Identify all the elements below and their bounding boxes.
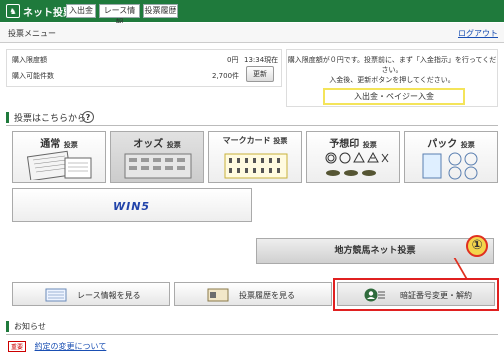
pack-icon bbox=[422, 152, 478, 180]
purchase-limit-label: 購入限度額 bbox=[12, 56, 47, 64]
win5-button[interactable]: WIN5 bbox=[12, 188, 252, 222]
brand-logo[interactable]: ♞ ネット投票 bbox=[6, 3, 73, 19]
race-info-button[interactable]: レース情報を見る bbox=[12, 282, 170, 306]
purchasable-count-label: 購入可能件数 bbox=[12, 72, 54, 80]
bet-suffix: 投票 bbox=[460, 141, 475, 149]
bet-name: 予想印 bbox=[329, 139, 360, 150]
bet-suffix: 投票 bbox=[166, 141, 181, 149]
as-of-time: 13:34現在 bbox=[244, 56, 279, 64]
prediction-marks-icon bbox=[325, 151, 389, 176]
help-icon[interactable]: ? bbox=[82, 111, 94, 123]
race-info-label: レース情報を見る bbox=[77, 291, 141, 300]
odds-vote-button[interactable]: オッズ 投票 bbox=[110, 131, 204, 183]
bet-suffix: 投票 bbox=[273, 137, 288, 145]
deposit-payeasy-button[interactable]: 入出金・ペイジー入金 bbox=[323, 88, 465, 105]
notice-line-2: さい。 bbox=[381, 66, 403, 74]
highlight-box bbox=[333, 278, 499, 311]
step-callout-badge: ① bbox=[466, 235, 488, 257]
important-badge: 重要 bbox=[8, 341, 27, 352]
race-sheet-icon bbox=[45, 288, 67, 302]
purchasable-count-value: 2,700件 bbox=[212, 72, 240, 80]
nav-vote-history[interactable]: 投票履歴 bbox=[143, 4, 178, 18]
notice-line-1: 購入限度額が０円です。投票前に、まず「入金指示」を行ってくだ bbox=[287, 56, 497, 64]
bet-slip-icon bbox=[26, 150, 92, 180]
nav-deposit[interactable]: 入出金 bbox=[66, 4, 96, 18]
purchase-limit-value: 0円 bbox=[227, 56, 239, 64]
ticket-icon bbox=[207, 288, 229, 302]
odds-board-icon bbox=[124, 153, 192, 179]
nav-race-info[interactable]: レース情報 bbox=[99, 4, 140, 27]
mark-card-icon bbox=[224, 153, 288, 179]
vote-section-header: 投票はこちらから ? bbox=[6, 110, 498, 126]
bet-name: マークカード bbox=[222, 136, 271, 145]
top-bar: ♞ ネット投票 入出金 レース情報 投票履歴 bbox=[0, 0, 504, 27]
bet-name: パック bbox=[427, 139, 458, 150]
purchase-limit-panel bbox=[6, 49, 282, 87]
vote-history-button[interactable]: 投票履歴を見る bbox=[174, 282, 332, 306]
menu-header: 投票メニュー ログアウト bbox=[0, 23, 504, 43]
news-item: 重要 約定の変更について bbox=[8, 341, 106, 352]
bet-suffix: 投票 bbox=[63, 141, 78, 149]
jra-logo-icon: ♞ bbox=[6, 4, 20, 18]
refresh-button[interactable]: 更新 bbox=[246, 66, 274, 82]
prediction-vote-button[interactable]: 予想印 投票 bbox=[306, 131, 400, 183]
vote-history-label: 投票履歴を見る bbox=[239, 291, 295, 300]
news-title: お知らせ bbox=[14, 322, 46, 331]
bet-suffix: 投票 bbox=[362, 141, 377, 149]
section-marker bbox=[6, 112, 9, 123]
bet-name: オッズ bbox=[133, 139, 164, 150]
section-marker bbox=[6, 321, 9, 332]
win5-logo: WIN5 bbox=[113, 200, 151, 213]
notice-line-3: 入金後、更新ボタンを押してください。 bbox=[329, 76, 455, 84]
normal-vote-button[interactable]: 通常 投票 bbox=[12, 131, 106, 183]
bet-name: 通常 bbox=[40, 139, 61, 150]
news-link[interactable]: 約定の変更について bbox=[35, 342, 107, 351]
menu-title: 投票メニュー bbox=[8, 29, 56, 38]
markcard-vote-button[interactable]: マークカード 投票 bbox=[208, 131, 302, 183]
pack-vote-button[interactable]: パック 投票 bbox=[404, 131, 498, 183]
news-header: お知らせ bbox=[6, 320, 498, 335]
logout-link[interactable]: ログアウト bbox=[458, 28, 498, 39]
vote-section-title: 投票はこちらから bbox=[14, 114, 87, 124]
